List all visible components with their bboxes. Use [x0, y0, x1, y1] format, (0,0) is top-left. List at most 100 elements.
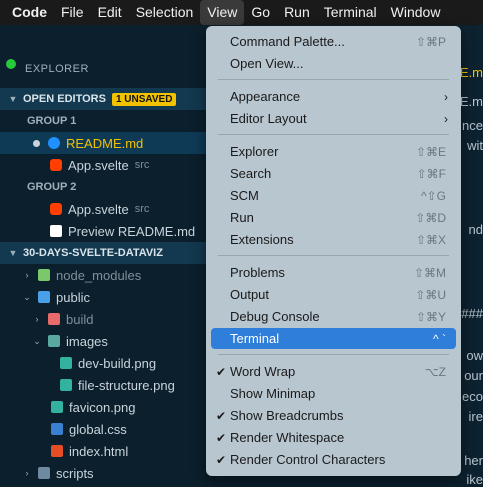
menu-item-search[interactable]: Search ⇧⌘F: [211, 163, 456, 184]
tree-item-dev-build-png[interactable]: dev-build.png: [0, 352, 214, 374]
preview-icon: [50, 225, 62, 237]
project-label: 30-DAYS-SVELTE-DATAVIZ: [23, 247, 163, 259]
open-editor-app-svelte-2[interactable]: App.svelte src: [0, 198, 214, 220]
checkmark-icon: ✔: [216, 364, 227, 379]
checkmark-icon: ✔: [216, 452, 227, 467]
explorer-sidebar: EXPLORER ▼ OPEN EDITORS 1 UNSAVED GROUP …: [0, 25, 215, 481]
tree-item-images[interactable]: ⌄ images: [0, 330, 214, 352]
menu-item-extensions[interactable]: Extensions ⇧⌘X: [211, 229, 456, 250]
menu-item-editor-layout[interactable]: Editor Layout ›: [211, 108, 456, 129]
editor-text-fragment: ike: [466, 472, 483, 487]
menu-separator: [218, 255, 449, 256]
editor-text-fragment: wit: [467, 138, 483, 153]
folder-open-icon: [38, 291, 50, 303]
tree-item-label: global.css: [69, 421, 127, 437]
chevron-right-icon: ›: [444, 89, 448, 104]
tree-item-label: file-structure.png: [78, 377, 175, 393]
html-file-icon: [51, 445, 63, 457]
tree-item-public[interactable]: ⌄ public: [0, 286, 214, 308]
menu-item-terminal[interactable]: Terminal ^ `: [211, 328, 456, 349]
tree-item-label: build: [66, 311, 94, 327]
menubar-selection[interactable]: Selection: [129, 0, 201, 25]
folder-icon: [38, 269, 50, 281]
menubar-file[interactable]: File: [54, 0, 91, 25]
menu-separator: [218, 134, 449, 135]
checkmark-icon: ✔: [216, 430, 227, 445]
open-editor-preview-readme[interactable]: Preview README.md: [0, 220, 214, 242]
group-2-header[interactable]: GROUP 2: [0, 176, 214, 198]
tree-item-file-structure-png[interactable]: file-structure.png: [0, 374, 214, 396]
image-file-icon: [60, 379, 72, 391]
editor-text-fragment: nce: [462, 118, 483, 133]
svelte-icon: [50, 203, 62, 215]
menu-item-explorer[interactable]: Explorer ⇧⌘E: [211, 141, 456, 162]
chevron-right-icon: ›: [25, 270, 29, 280]
tree-item-label: images: [66, 333, 108, 349]
folder-icon: [38, 467, 50, 479]
window-zoom-button[interactable]: [6, 59, 16, 69]
menu-item-output[interactable]: Output ⇧⌘U: [211, 284, 456, 305]
open-editor-label: App.svelte: [68, 157, 129, 173]
open-editor-desc: src: [134, 203, 150, 215]
menubar-view[interactable]: View: [200, 0, 245, 25]
chevron-down-icon: ⌄: [33, 335, 41, 346]
tree-item-index-html[interactable]: index.html: [0, 440, 214, 462]
menu-item-show-minimap[interactable]: Show Minimap: [211, 383, 456, 404]
menu-bar: Code File Edit Selection View Go Run Ter…: [0, 0, 483, 25]
editor-text-fragment: nd: [468, 222, 483, 237]
menu-item-appearance[interactable]: Appearance ›: [211, 86, 456, 107]
editor-text-fragment: her: [464, 453, 483, 468]
menu-item-debug-console[interactable]: Debug Console ⇧⌘Y: [211, 306, 456, 327]
group-1-label: GROUP 1: [27, 115, 77, 127]
explorer-title: EXPLORER: [25, 63, 89, 75]
open-editor-label: App.svelte: [68, 201, 129, 217]
tree-item-label: index.html: [69, 443, 129, 459]
menu-separator: [218, 354, 449, 355]
tree-item-global-css[interactable]: global.css: [0, 418, 214, 440]
chevron-right-icon: ›: [25, 468, 29, 478]
chevron-down-icon: ⌄: [23, 291, 31, 302]
info-icon: [48, 137, 60, 149]
open-editor-app-svelte[interactable]: App.svelte src: [0, 154, 214, 176]
group-1-header[interactable]: GROUP 1: [0, 110, 214, 132]
menu-item-render-control-characters[interactable]: ✔ Render Control Characters: [211, 449, 456, 470]
tree-item-favicon-png[interactable]: favicon.png: [0, 396, 214, 418]
menubar-terminal[interactable]: Terminal: [317, 0, 384, 25]
menubar-code[interactable]: Code: [0, 0, 54, 25]
tree-item-label: public: [56, 289, 90, 305]
css-file-icon: [51, 423, 63, 435]
menubar-go[interactable]: Go: [244, 0, 277, 25]
menubar-edit[interactable]: Edit: [91, 0, 129, 25]
menu-item-show-breadcrumbs[interactable]: ✔ Show Breadcrumbs: [211, 405, 456, 426]
tree-item-build[interactable]: › build: [0, 308, 214, 330]
chevron-down-icon: ▼: [8, 94, 18, 104]
svelte-icon: [50, 159, 62, 171]
chevron-right-icon: ›: [35, 314, 39, 324]
menubar-window[interactable]: Window: [384, 0, 448, 25]
chevron-down-icon: ▼: [8, 248, 18, 258]
project-header[interactable]: ▼ 30-DAYS-SVELTE-DATAVIZ: [0, 242, 214, 264]
menu-item-word-wrap[interactable]: ✔ Word Wrap ⌥Z: [211, 361, 456, 382]
image-file-icon: [60, 357, 72, 369]
editor-text-fragment: ###: [461, 306, 483, 321]
menu-item-command-palette[interactable]: Command Palette... ⇧⌘P: [211, 31, 456, 52]
folder-icon: [48, 313, 60, 325]
unsaved-dot-icon: [33, 139, 40, 147]
open-editor-readme[interactable]: README.md: [0, 132, 214, 154]
menu-item-open-view[interactable]: Open View...: [211, 53, 456, 74]
tree-item-label: favicon.png: [69, 399, 136, 415]
open-editors-header[interactable]: ▼ OPEN EDITORS 1 UNSAVED: [0, 88, 214, 110]
folder-open-icon: [48, 335, 60, 347]
checkmark-icon: ✔: [216, 408, 227, 423]
menu-item-run[interactable]: Run ⇧⌘D: [211, 207, 456, 228]
open-editor-desc: src: [134, 159, 150, 171]
menu-item-render-whitespace[interactable]: ✔ Render Whitespace: [211, 427, 456, 448]
unsaved-badge: 1 UNSAVED: [111, 92, 177, 106]
view-menu: Command Palette... ⇧⌘P Open View... Appe…: [206, 26, 461, 476]
menu-item-scm[interactable]: SCM ^⇧G: [211, 185, 456, 206]
menubar-run[interactable]: Run: [277, 0, 317, 25]
editor-text-fragment: ire: [468, 409, 483, 424]
chevron-right-icon: ›: [444, 111, 448, 126]
menu-item-problems[interactable]: Problems ⇧⌘M: [211, 262, 456, 283]
tree-item-node-modules[interactable]: › node_modules: [0, 264, 214, 286]
